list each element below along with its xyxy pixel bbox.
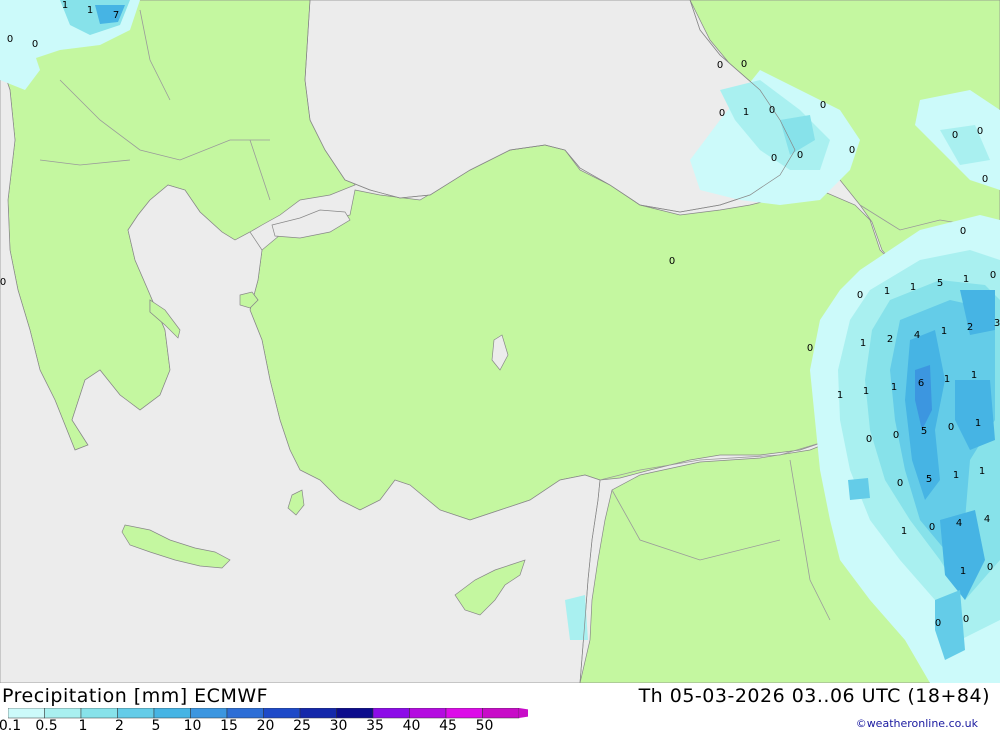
map-canvas: 1 1 7 0 0 0 0 0 0 1 0 0 0 0 0 0 0 0 0 0 … xyxy=(0,0,1000,683)
legend-tick-label: 2 xyxy=(115,718,124,734)
value-label: 1 xyxy=(863,386,869,397)
map-footer: Precipitation [mm] ECMWF Th 05-03-2026 0… xyxy=(0,683,1000,734)
map-title: Precipitation [mm] ECMWF xyxy=(2,685,269,707)
value-label: 0 xyxy=(977,126,983,137)
value-label: 0 xyxy=(797,150,803,161)
legend-tick-label: 10 xyxy=(183,718,202,734)
legend-swatch xyxy=(153,708,191,719)
legend-arrow xyxy=(519,708,528,718)
value-label: 0 xyxy=(820,100,826,111)
value-label: 4 xyxy=(914,330,920,341)
value-label: 0 xyxy=(0,277,6,288)
value-label: 0 xyxy=(769,105,775,116)
value-label: 0 xyxy=(935,618,941,629)
value-label: 1 xyxy=(944,374,950,385)
value-label: 0 xyxy=(990,270,996,281)
legend-swatch xyxy=(226,708,264,719)
value-label: 0 xyxy=(963,614,969,625)
legend-swatch xyxy=(80,708,118,719)
value-label: 0 xyxy=(866,434,872,445)
value-label: 0 xyxy=(897,478,903,489)
value-label: 0 xyxy=(948,422,954,433)
legend-swatch xyxy=(299,708,337,719)
value-label: 0 xyxy=(929,522,935,533)
value-label: 1 xyxy=(901,526,907,537)
legend-tick-label: 25 xyxy=(293,718,311,734)
value-label: 0 xyxy=(857,290,863,301)
legend-tick-label: 0.1 xyxy=(0,718,22,734)
value-label: 1 xyxy=(941,326,947,337)
value-label: 3 xyxy=(994,318,1000,329)
legend-tick-label: 15 xyxy=(220,718,238,734)
color-legend: 0.1 0.5 1 2 5 10 15 20 25 30 35 40 45 50 xyxy=(0,708,528,734)
legend-swatch xyxy=(44,708,82,719)
value-label: 5 xyxy=(937,278,943,289)
legend-swatch xyxy=(482,708,520,719)
value-label: 0 xyxy=(960,226,966,237)
value-label: 0 xyxy=(952,130,958,141)
value-label: 0 xyxy=(893,430,899,441)
value-label: 0 xyxy=(987,562,993,573)
value-label: 0 xyxy=(717,60,723,71)
value-label: 1 xyxy=(963,274,969,285)
value-label: 1 xyxy=(62,0,68,11)
credit-link[interactable]: ©weatheronline.co.uk xyxy=(856,717,978,730)
legend-swatch xyxy=(445,708,483,719)
value-label: 1 xyxy=(837,390,843,401)
value-label: 1 xyxy=(910,282,916,293)
legend-tick-label: 40 xyxy=(402,718,421,734)
legend-tick-label: 35 xyxy=(366,718,384,734)
value-label: 0 xyxy=(982,174,988,185)
value-label: 0 xyxy=(849,145,855,156)
value-label: 1 xyxy=(891,382,897,393)
value-label: 0 xyxy=(741,59,747,70)
value-label: 5 xyxy=(926,474,932,485)
legend-swatch xyxy=(8,708,45,719)
value-label: 0 xyxy=(669,256,675,267)
legend-tick-label: 30 xyxy=(329,718,348,734)
value-label: 1 xyxy=(743,107,749,118)
value-label: 4 xyxy=(984,514,990,525)
value-label: 2 xyxy=(967,322,973,333)
forecast-datetime: Th 05-03-2026 03..06 UTC (18+84) xyxy=(638,685,990,707)
value-label: 6 xyxy=(918,378,924,389)
legend-swatch xyxy=(409,708,447,719)
value-label: 1 xyxy=(960,566,966,577)
legend-tick-label: 5 xyxy=(151,718,161,734)
legend-swatch xyxy=(263,708,301,719)
value-label: 0 xyxy=(32,39,38,50)
value-label: 1 xyxy=(979,466,985,477)
value-label: 0 xyxy=(719,108,725,119)
value-label: 2 xyxy=(887,334,893,345)
value-label: 7 xyxy=(113,10,119,21)
value-label: 5 xyxy=(921,426,927,437)
value-label: 1 xyxy=(971,370,977,381)
value-label: 1 xyxy=(884,286,890,297)
value-label: 0 xyxy=(7,34,13,45)
value-label: 1 xyxy=(860,338,866,349)
legend-swatch xyxy=(117,708,155,719)
value-label: 0 xyxy=(807,343,813,354)
value-label: 4 xyxy=(956,518,962,529)
legend-tick-label: 0.5 xyxy=(35,718,58,734)
legend-tick-label: 20 xyxy=(256,718,275,734)
value-label: 1 xyxy=(975,418,981,429)
legend-tick-label: 50 xyxy=(475,718,494,734)
legend-tick-label: 45 xyxy=(439,718,457,734)
legend-swatch xyxy=(372,708,410,719)
legend-swatch xyxy=(336,708,374,719)
precipitation-map[interactable]: 1 1 7 0 0 0 0 0 0 1 0 0 0 0 0 0 0 0 0 0 … xyxy=(0,0,1000,683)
value-label: 0 xyxy=(771,153,777,164)
value-label: 1 xyxy=(953,470,959,481)
legend-swatch xyxy=(190,708,228,719)
legend-tick-label: 1 xyxy=(78,718,88,734)
value-label: 1 xyxy=(87,5,93,16)
